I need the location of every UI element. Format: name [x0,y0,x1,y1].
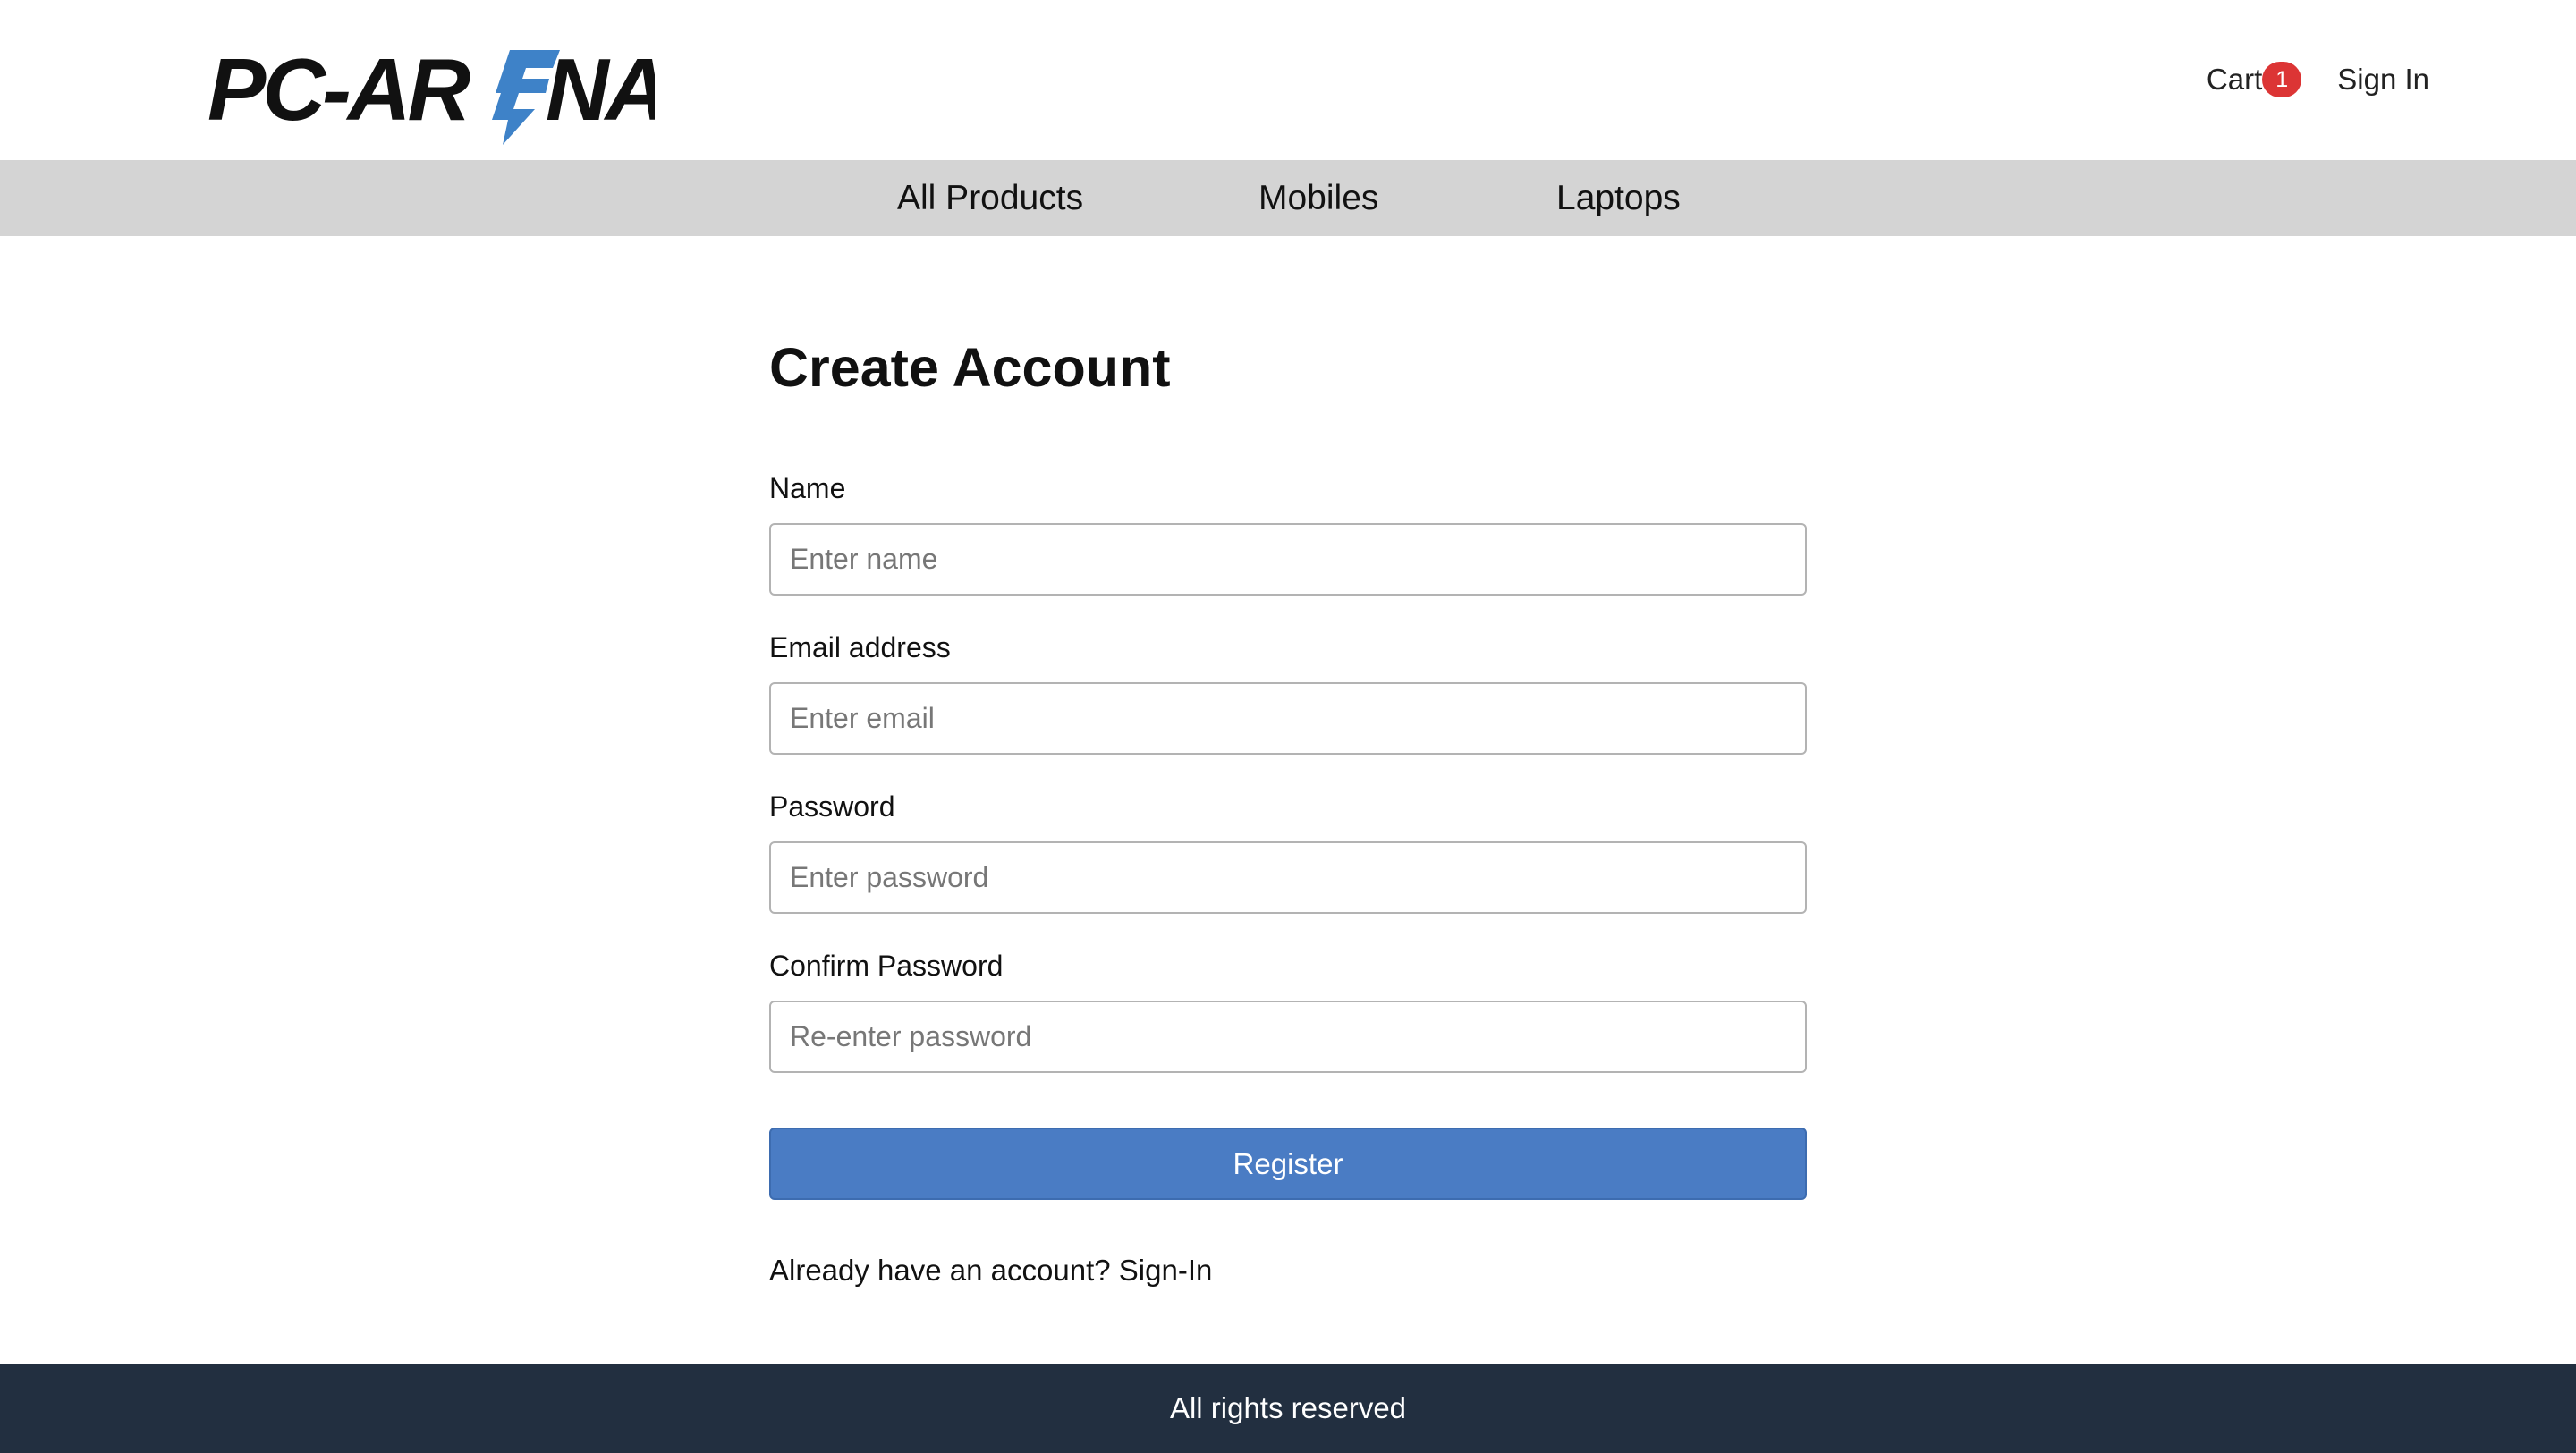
site-footer: All rights reserved [0,1364,2576,1453]
name-label: Name [769,472,846,504]
category-navbar: All Products Mobiles Laptops [0,160,2576,236]
svg-text:NA: NA [546,40,655,139]
name-input[interactable] [769,523,1807,596]
sign-in-link[interactable]: Sign In [2337,63,2429,97]
page-title: Create Account [769,337,1171,398]
pc-arena-logo[interactable]: PC-AR NA [208,39,655,145]
nav-mobiles[interactable]: Mobiles [1258,160,1378,236]
logo-graphic: PC-AR NA [208,40,655,145]
footer-text: All rights reserved [1169,1391,1407,1424]
header-actions: Cart 1 Sign In [2207,59,2429,100]
register-button[interactable]: Register [769,1128,1807,1200]
email-label: Email address [769,631,951,663]
nav-all-products[interactable]: All Products [897,160,1083,236]
confirm-password-label: Confirm Password [769,950,1004,982]
signin-prompt-text: Already have an account? [769,1254,1111,1287]
nav-laptops[interactable]: Laptops [1556,160,1681,236]
signin-prompt: Already have an account? Sign-In [769,1254,1212,1288]
password-input[interactable] [769,841,1807,914]
cart-label: Cart [2206,63,2263,96]
cart-link[interactable]: Cart 1 [2206,62,2302,97]
cart-count-badge: 1 [2262,62,2302,97]
confirm-password-input[interactable] [769,1001,1807,1073]
email-input[interactable] [769,682,1807,755]
svg-text:PC-AR: PC-AR [208,40,471,139]
signin-prompt-link[interactable]: Sign-In [1119,1254,1213,1287]
site-header: PC-AR NA Cart 1 Sign In [0,0,2576,160]
password-label: Password [769,790,895,823]
